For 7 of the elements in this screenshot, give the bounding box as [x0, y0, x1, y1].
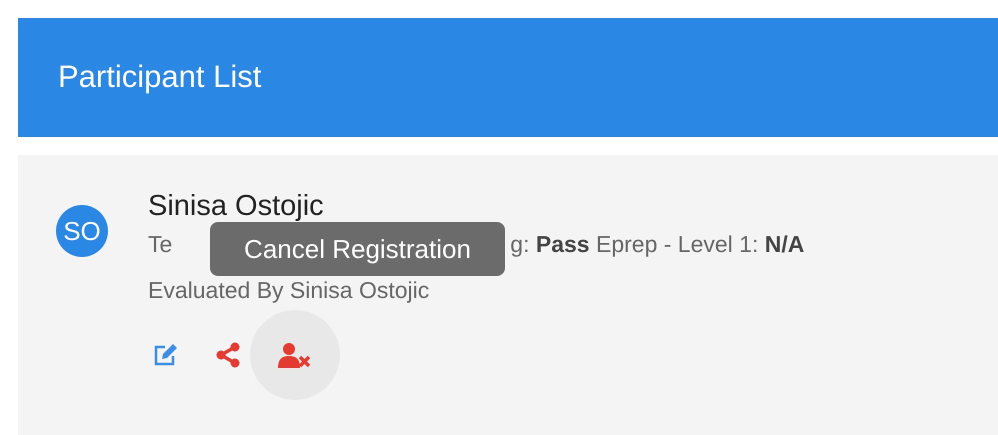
page-title: Participant List: [58, 58, 262, 96]
evaluator-text: Evaluated By Sinisa Ostojic: [148, 276, 430, 306]
results-text: g: Pass Eprep - Level 1: N/A: [510, 230, 804, 257]
results-text: Te: [148, 230, 172, 257]
avatar: SO: [56, 205, 108, 257]
tooltip: Cancel Registration: [210, 222, 505, 276]
participant-name: Sinisa Ostojic: [148, 189, 325, 224]
